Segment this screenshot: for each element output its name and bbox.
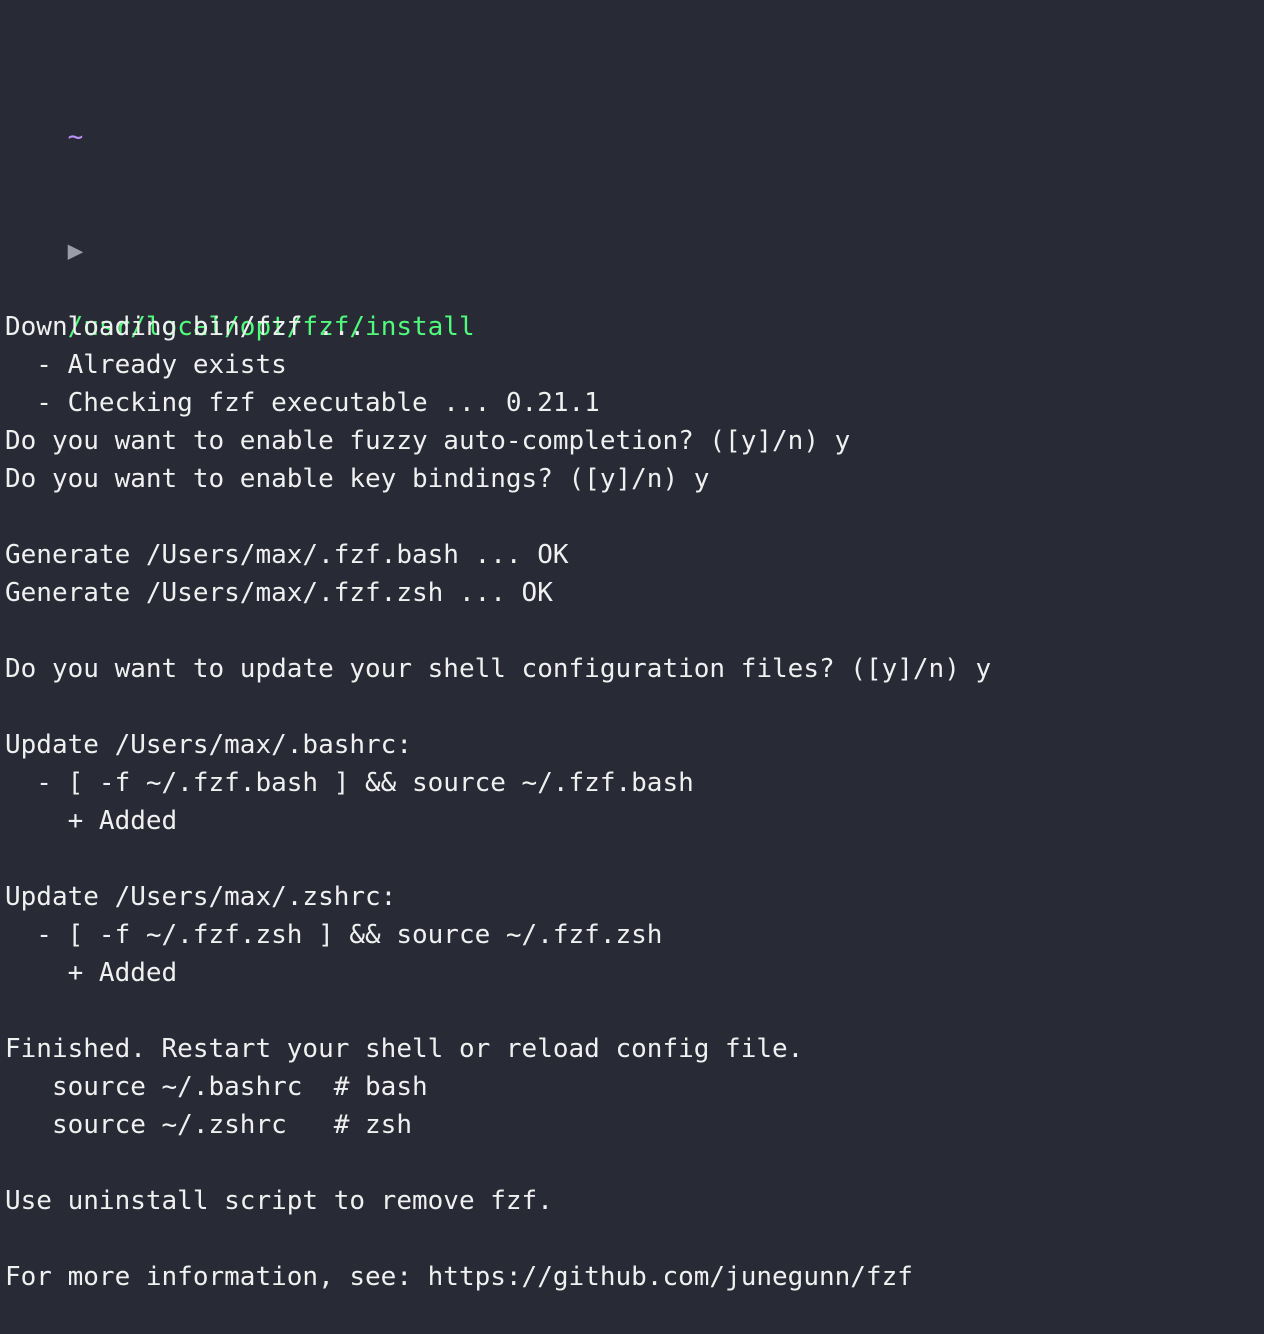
output-line: source ~/.bashrc # bash (5, 1072, 428, 1102)
output-line: Update /Users/max/.bashrc: (5, 730, 412, 760)
cwd-marker: ~ (67, 122, 84, 152)
output-line: Do you want to enable fuzzy auto-complet… (5, 426, 851, 456)
output-line: Finished. Restart your shell or reload c… (5, 1034, 804, 1064)
cwd-line: ~ (5, 80, 1264, 152)
output-line: + Added (5, 806, 178, 836)
output-line: - Checking fzf executable ... 0.21.1 (5, 388, 600, 418)
output-line: source ~/.zshrc # zsh (5, 1110, 412, 1140)
output-line: - Already exists (5, 350, 287, 380)
prompt-arrow-icon: ▶ (67, 236, 84, 266)
command-line: ▶ /usr/local/opt/fzf/install (5, 194, 1264, 342)
output-line: Downloading bin/fzf ... (5, 312, 366, 342)
output-line: - [ -f ~/.fzf.zsh ] && source ~/.fzf.zsh (5, 920, 663, 950)
output-line: Do you want to enable key bindings? ([y]… (5, 464, 710, 494)
terminal-window[interactable]: ~ ▶ /usr/local/opt/fzf/install Downloadi… (0, 0, 1264, 1292)
output-line: Update /Users/max/.zshrc: (5, 882, 397, 912)
terminal-output: Downloading bin/fzf ... - Already exists… (5, 308, 1264, 1296)
output-line: Generate /Users/max/.fzf.bash ... OK (5, 540, 569, 570)
output-line: Do you want to update your shell configu… (5, 654, 992, 684)
output-line: For more information, see: https://githu… (5, 1262, 913, 1292)
output-line: Use uninstall script to remove fzf. (5, 1186, 553, 1216)
output-line: Generate /Users/max/.fzf.zsh ... OK (5, 578, 553, 608)
output-line: - [ -f ~/.fzf.bash ] && source ~/.fzf.ba… (5, 768, 694, 798)
output-line: + Added (5, 958, 178, 988)
